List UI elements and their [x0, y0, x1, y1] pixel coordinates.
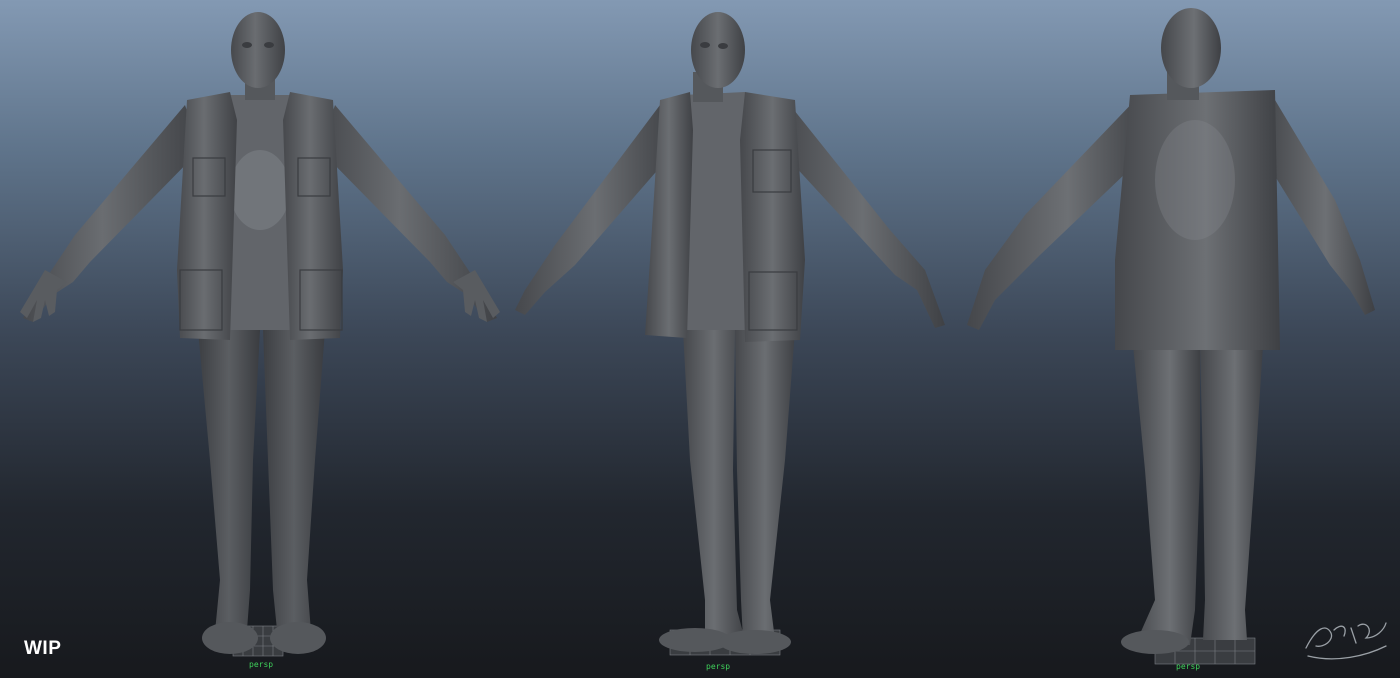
camera-label-front: persp — [249, 660, 274, 669]
model-back-view[interactable] — [955, 0, 1395, 678]
right-leg — [263, 330, 325, 632]
artist-signature — [1305, 622, 1387, 660]
jacket-right — [283, 92, 343, 340]
model-three-quarter-view[interactable] — [505, 0, 955, 678]
left-leg — [198, 330, 260, 632]
viewport-3d[interactable]: persp persp persp WIP — [0, 0, 1400, 678]
camera-label-three-quarter: persp — [706, 662, 731, 671]
camera-label-back: persp — [1176, 662, 1201, 671]
wip-label: WIP — [24, 638, 62, 659]
jacket-left — [177, 92, 237, 340]
model-front-view[interactable] — [15, 0, 505, 678]
head — [231, 12, 285, 88]
